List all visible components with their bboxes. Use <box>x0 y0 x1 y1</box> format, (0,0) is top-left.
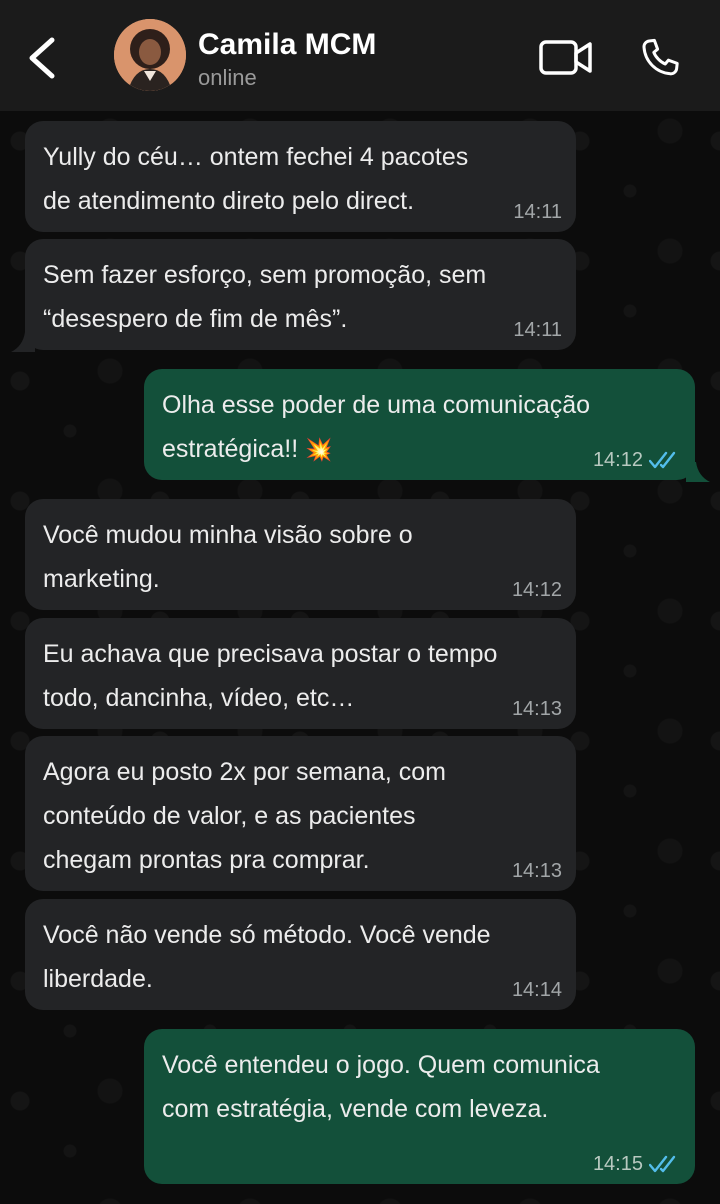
message-text: Agora eu posto 2x por semana, com conteú… <box>43 758 447 874</box>
sparkle-emoji: 💥 <box>305 437 333 462</box>
video-call-button[interactable] <box>536 36 596 80</box>
back-arrow-icon <box>29 37 55 79</box>
bubble-tail <box>686 462 710 482</box>
message-time: 14:13 <box>511 860 562 882</box>
chat-header: Camila MCM online <box>0 0 720 111</box>
message-time: 14:11 <box>513 201 562 223</box>
incoming-message[interactable]: Agora eu posto 2x por semana, com conteú… <box>25 736 576 891</box>
message-text: Yully do céu… ontem fechei 4 pacotes de … <box>43 143 469 215</box>
outgoing-message[interactable]: Você entendeu o jogo. Quem comunica com … <box>144 1029 695 1184</box>
message-text: Eu achava que precisava postar o tempo t… <box>43 640 498 712</box>
message-time: 14:12 <box>511 579 562 601</box>
message-text: Você entendeu o jogo. Quem comunica com … <box>162 1051 600 1123</box>
phone-icon <box>642 38 679 76</box>
message-text: Sem fazer esforço, sem promoção, sem “de… <box>43 261 487 333</box>
message-text: Você não vende só método. Você vende lib… <box>43 921 491 993</box>
contact-status: online <box>198 65 257 90</box>
message-time: 14:11 <box>513 319 562 341</box>
back-button[interactable] <box>22 28 66 88</box>
message-text: Você mudou minha visão sobre o marketing… <box>43 521 413 593</box>
double-check-icon <box>649 1155 676 1173</box>
message-time: 14:14 <box>511 979 562 1001</box>
incoming-message[interactable]: Você não vende só método. Você vende lib… <box>25 899 576 1010</box>
avatar-photo <box>114 19 186 91</box>
incoming-message[interactable]: Yully do céu… ontem fechei 4 pacotes de … <box>25 121 576 232</box>
video-camera-icon <box>539 40 592 75</box>
message-time: 14:12 <box>592 449 643 471</box>
bubble-tail <box>11 332 35 352</box>
incoming-message[interactable]: Sem fazer esforço, sem promoção, sem “de… <box>25 239 576 350</box>
incoming-message[interactable]: Você mudou minha visão sobre o marketing… <box>25 499 576 610</box>
incoming-message[interactable]: Eu achava que precisava postar o tempo t… <box>25 618 576 729</box>
voice-call-button[interactable] <box>636 34 684 82</box>
message-time: 14:13 <box>511 698 562 720</box>
message-list[interactable]: Yully do céu… ontem fechei 4 pacotes de … <box>0 111 720 1204</box>
outgoing-message[interactable]: Olha esse poder de uma comunicação estra… <box>144 369 695 480</box>
double-check-icon <box>649 451 676 469</box>
contact-avatar[interactable] <box>114 19 186 91</box>
message-time: 14:15 <box>592 1153 643 1175</box>
contact-name[interactable]: Camila MCM <box>198 28 376 62</box>
chat-screen: Camila MCM online Yully do céu… ontem fe… <box>0 0 720 1204</box>
